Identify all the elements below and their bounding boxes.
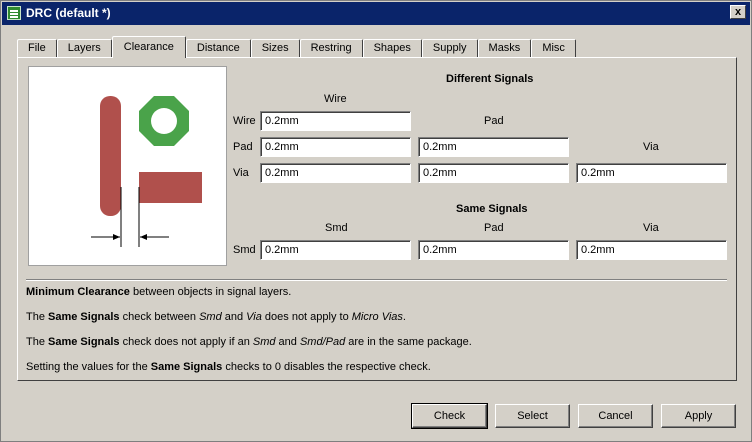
same-col-header-smd: Smd bbox=[325, 222, 348, 234]
desc3-b: Same Signals bbox=[48, 336, 120, 348]
tab-distance[interactable]: Distance bbox=[185, 39, 251, 58]
select-button[interactable]: Select bbox=[495, 404, 570, 428]
tab-misc[interactable]: Misc bbox=[531, 39, 576, 58]
col-header-wire: Wire bbox=[324, 93, 347, 105]
col-header-via: Via bbox=[643, 141, 659, 153]
desc3-d: and bbox=[275, 336, 300, 348]
tab-clearance[interactable]: Clearance bbox=[111, 36, 186, 58]
via-wire-clearance-input[interactable]: 0.2mm bbox=[260, 163, 411, 183]
tab-bar: File Layers Clearance Distance Sizes Res… bbox=[17, 36, 576, 58]
smd-smd-clearance-input[interactable]: 0.2mm bbox=[260, 240, 411, 260]
tab-shapes[interactable]: Shapes bbox=[362, 39, 422, 58]
smd-pad-clearance-input[interactable]: 0.2mm bbox=[418, 240, 569, 260]
col-header-pad: Pad bbox=[484, 115, 504, 127]
close-button[interactable]: x bbox=[730, 5, 746, 19]
via-via-clearance-input[interactable]: 0.2mm bbox=[576, 163, 727, 183]
clearance-diagram bbox=[91, 96, 202, 247]
desc3-i2: Smd/Pad bbox=[299, 336, 346, 348]
desc4-c: checks to 0 disables the respective chec… bbox=[222, 361, 431, 373]
desc3-a: The bbox=[26, 336, 49, 348]
same-signals-heading: Same Signals bbox=[456, 203, 528, 215]
desc2-b: Same Signals bbox=[48, 311, 120, 323]
desc4-a: Setting the values for the bbox=[26, 361, 151, 373]
desc3-c: check does not apply if an bbox=[119, 336, 253, 348]
desc1-text: between objects in signal layers. bbox=[129, 286, 292, 298]
same-col-header-pad: Pad bbox=[484, 222, 504, 234]
desc2-d: and bbox=[221, 311, 247, 323]
description-line-3: The Same Signals check does not apply if… bbox=[26, 336, 472, 348]
title-bar: DRC (default *) x bbox=[2, 2, 750, 25]
desc4-b: Same Signals bbox=[150, 361, 223, 373]
same-col-header-via: Via bbox=[643, 222, 659, 234]
desc2-i1: Smd bbox=[199, 311, 222, 323]
cancel-button[interactable]: Cancel bbox=[578, 404, 653, 428]
description-line-4: Setting the values for the Same Signals … bbox=[26, 361, 431, 373]
desc3-e: are in the same package. bbox=[345, 336, 472, 348]
desc2-e: does not apply to bbox=[261, 311, 352, 323]
pad-pad-clearance-input[interactable]: 0.2mm bbox=[418, 137, 569, 157]
wire-wire-clearance-input[interactable]: 0.2mm bbox=[260, 111, 411, 131]
tab-masks[interactable]: Masks bbox=[477, 39, 532, 58]
tab-restring[interactable]: Restring bbox=[299, 39, 363, 58]
row-label-pad: Pad bbox=[233, 141, 253, 153]
row-label-via: Via bbox=[233, 167, 249, 179]
window-title: DRC (default *) bbox=[26, 6, 111, 20]
section-separator bbox=[26, 279, 727, 281]
pad-wire-clearance-input[interactable]: 0.2mm bbox=[260, 137, 411, 157]
desc3-i1: Smd bbox=[252, 336, 276, 348]
arrowhead-left-icon bbox=[113, 234, 120, 240]
via-pad-clearance-input[interactable]: 0.2mm bbox=[418, 163, 569, 183]
desc2-c: check between bbox=[119, 311, 200, 323]
pad-drill-hole bbox=[151, 108, 177, 134]
arrowhead-right-icon bbox=[140, 234, 147, 240]
smd-via-clearance-input[interactable]: 0.2mm bbox=[576, 240, 727, 260]
drc-dialog: DRC (default *) x File Layers Clearance … bbox=[0, 0, 752, 442]
desc2-a: The bbox=[26, 311, 49, 323]
eagle-app-icon bbox=[7, 6, 21, 20]
tab-layers[interactable]: Layers bbox=[56, 39, 112, 58]
tab-sizes[interactable]: Sizes bbox=[250, 39, 300, 58]
description-line-2: The Same Signals check between Smd and V… bbox=[26, 311, 406, 323]
description-line-1: Minimum Clearance between objects in sig… bbox=[26, 286, 291, 298]
different-signals-heading: Different Signals bbox=[446, 73, 534, 85]
same-row-label-smd: Smd bbox=[233, 244, 256, 256]
tab-supply[interactable]: Supply bbox=[421, 39, 478, 58]
tab-file[interactable]: File bbox=[17, 39, 57, 58]
check-button[interactable]: Check bbox=[411, 403, 488, 429]
smd-shape bbox=[139, 172, 202, 203]
wire-shape bbox=[100, 96, 121, 216]
desc2-i3: Micro Vias bbox=[351, 311, 403, 323]
row-label-wire: Wire bbox=[233, 115, 256, 127]
desc2-f: . bbox=[402, 311, 406, 323]
desc2-i2: Via bbox=[246, 311, 262, 323]
clearance-illustration bbox=[28, 66, 227, 266]
desc1-bold: Minimum Clearance bbox=[26, 286, 130, 298]
apply-button[interactable]: Apply bbox=[661, 404, 736, 428]
